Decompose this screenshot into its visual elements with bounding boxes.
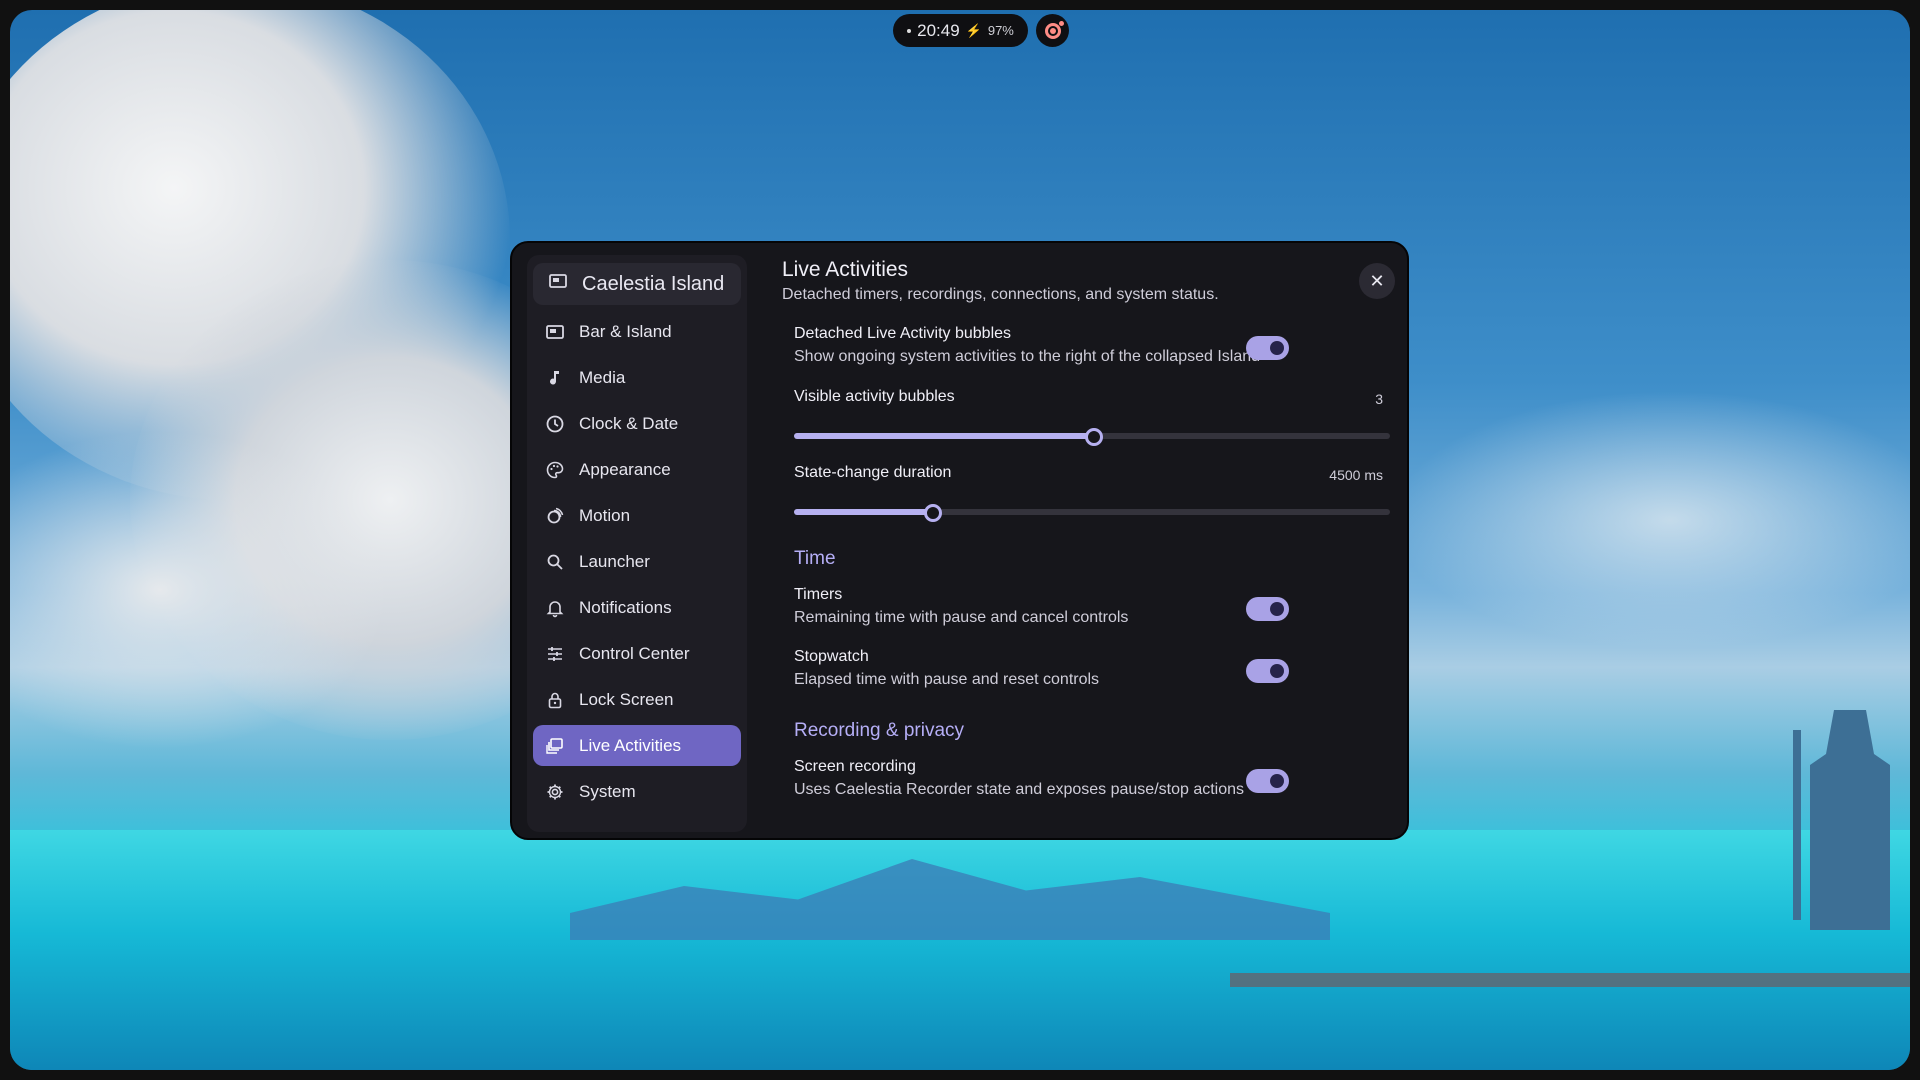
sidebar-item-appearance[interactable]: Appearance: [533, 449, 741, 490]
page-subtitle: Detached timers, recordings, connections…: [782, 286, 1219, 303]
sidebar-item-system[interactable]: System: [533, 771, 741, 812]
toggle-knob: [1270, 341, 1284, 355]
wallpaper-dock: [1230, 973, 1910, 987]
status-dot: [907, 28, 912, 33]
state-duration-label: State-change duration: [794, 464, 952, 481]
recording-activity-bubble[interactable]: [1036, 14, 1069, 47]
screen-recording-description: Uses Caelestia Recorder state and expose…: [794, 781, 1245, 798]
settings-content: Live Activities Detached timers, recordi…: [772, 243, 1407, 838]
state-duration-slider[interactable]: [794, 504, 1390, 522]
sidebar-item-label: Appearance: [579, 459, 671, 479]
visible-bubbles-value: 3: [1375, 391, 1383, 407]
toggle-knob: [1270, 602, 1284, 616]
sidebar-header: Caelestia Island: [533, 263, 741, 305]
wallpaper-cloud: [1390, 390, 1910, 650]
record-icon: [1044, 22, 1061, 39]
sidebar-item-label: Media: [579, 367, 626, 387]
battery-level: 97%: [987, 23, 1014, 38]
bubbles-description: Show ongoing system activities to the ri…: [794, 348, 1261, 365]
sidebar-item-label: Notifications: [579, 597, 672, 617]
search-icon: [545, 552, 565, 572]
state-duration-value: 4500 ms: [1329, 467, 1383, 483]
visible-bubbles-label: Visible activity bubbles: [794, 388, 955, 405]
stopwatch-toggle[interactable]: [1246, 659, 1289, 683]
sidebar-item-label: Lock Screen: [579, 689, 674, 709]
clock-time: 20:49: [917, 20, 960, 40]
palette-icon: [545, 460, 565, 480]
motion-icon: [545, 506, 565, 526]
sidebar-item-label: System: [579, 781, 636, 801]
close-button[interactable]: ✕: [1359, 263, 1395, 299]
screen-recording-label: Screen recording: [794, 758, 916, 775]
screen-recording-toggle[interactable]: [1246, 769, 1289, 793]
live-activities-icon: [545, 736, 565, 756]
sidebar-item-launcher[interactable]: Launcher: [533, 541, 741, 582]
slider-handle[interactable]: [924, 504, 943, 522]
toggle-knob: [1270, 664, 1284, 678]
timers-description: Remaining time with pause and cancel con…: [794, 609, 1129, 626]
timers-toggle[interactable]: [1246, 597, 1289, 621]
island-icon: [548, 271, 568, 297]
toggle-knob: [1270, 774, 1284, 788]
sidebar-item-notifications[interactable]: Notifications: [533, 587, 741, 628]
sidebar-item-label: Clock & Date: [579, 413, 679, 433]
close-icon: ✕: [1369, 270, 1385, 291]
sidebar-item-label: Live Activities: [579, 735, 682, 755]
slider-fill: [794, 433, 1092, 439]
bell-icon: [545, 598, 565, 618]
sidebar-item-lock-screen[interactable]: Lock Screen: [533, 679, 741, 720]
sidebar-item-label: Control Center: [579, 643, 690, 663]
sidebar-item-motion[interactable]: Motion: [533, 495, 741, 536]
settings-window: Caelestia Island Bar & Island Media Cloc…: [510, 241, 1409, 840]
bar-icon: [545, 322, 565, 342]
sidebar-item-label: Launcher: [579, 551, 650, 571]
stopwatch-description: Elapsed time with pause and reset contro…: [794, 671, 1100, 688]
wallpaper-tower: [1810, 710, 1890, 930]
settings-sidebar: Caelestia Island Bar & Island Media Cloc…: [527, 255, 747, 832]
sidebar-item-media[interactable]: Media: [533, 357, 741, 398]
sidebar-item-live-activities[interactable]: Live Activities: [533, 725, 741, 766]
music-note-icon: [545, 368, 565, 388]
sidebar-item-label: Motion: [579, 505, 631, 525]
sidebar-item-bar-island[interactable]: Bar & Island: [533, 311, 741, 352]
wallpaper-water: [10, 830, 1910, 1070]
bubbles-toggle[interactable]: [1246, 336, 1289, 360]
recording-indicator-dot: [1059, 21, 1064, 26]
gear-icon: [545, 782, 565, 802]
timers-label: Timers: [794, 586, 843, 603]
section-heading-recording: Recording & privacy: [794, 720, 965, 741]
sliders-icon: [545, 644, 565, 664]
lock-icon: [545, 690, 565, 710]
app-title: Caelestia Island: [582, 272, 725, 295]
stopwatch-label: Stopwatch: [794, 648, 869, 665]
slider-handle[interactable]: [1085, 428, 1103, 446]
sidebar-item-label: Bar & Island: [579, 321, 672, 341]
wallpaper-chimney: [1793, 730, 1801, 920]
page-title: Live Activities: [782, 258, 909, 281]
sidebar-item-clock-date[interactable]: Clock & Date: [533, 403, 741, 444]
bubbles-label: Detached Live Activity bubbles: [794, 325, 1012, 342]
status-island[interactable]: 20:49 ⚡ 97%: [893, 14, 1028, 47]
visible-bubbles-slider[interactable]: [794, 428, 1390, 446]
charging-icon: ⚡: [965, 22, 982, 38]
slider-fill: [794, 509, 932, 515]
section-heading-time: Time: [794, 548, 836, 569]
clock-icon: [545, 414, 565, 434]
sidebar-item-control-center[interactable]: Control Center: [533, 633, 741, 674]
